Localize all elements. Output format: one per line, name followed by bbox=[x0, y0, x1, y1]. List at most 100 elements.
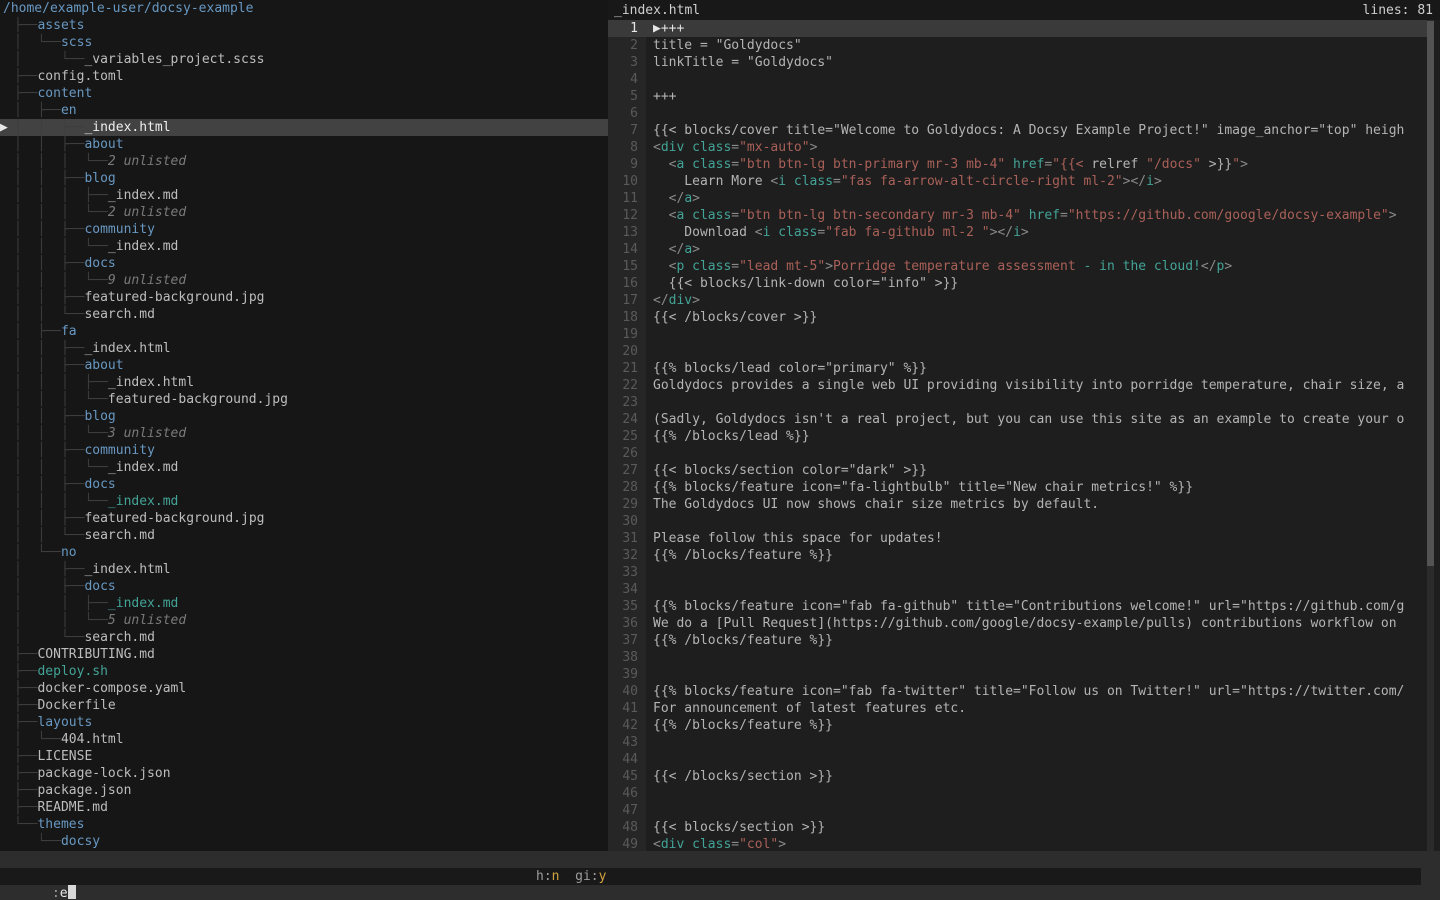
tree-item[interactable]: │ │ ├──about bbox=[0, 136, 608, 153]
selection-pointer-icon bbox=[0, 408, 14, 425]
line-content: <p class="lead mt-5">Porridge temperatur… bbox=[646, 258, 1232, 275]
selection-pointer-icon bbox=[0, 782, 14, 799]
line-content: {{< blocks/section color="dark" >}} bbox=[646, 462, 927, 479]
scrollbar-thumb[interactable] bbox=[1427, 21, 1434, 566]
tree-item[interactable]: │ │ ├──community bbox=[0, 442, 608, 459]
tree-item[interactable]: │ │ │ └──2 unlisted bbox=[0, 204, 608, 221]
code-line: 11 </a> bbox=[608, 190, 1427, 207]
tree-item[interactable]: ├──package-lock.json bbox=[0, 765, 608, 782]
code-line: 28{{% blocks/feature icon="fa-lightbulb"… bbox=[608, 479, 1427, 496]
tree-item[interactable]: │ │ │ └──3 unlisted bbox=[0, 425, 608, 442]
line-content: {{< /blocks/cover >}} bbox=[646, 309, 817, 326]
code-line: 49<div class="col"> bbox=[608, 836, 1427, 851]
tree-item[interactable]: │ │ ├──_index.md bbox=[0, 595, 608, 612]
tree-item[interactable]: │ │ ├──docs bbox=[0, 476, 608, 493]
tree-item[interactable]: │ └──search.md bbox=[0, 629, 608, 646]
tree-item[interactable]: │ └──_variables_project.scss bbox=[0, 51, 608, 68]
line-content: ▶+++ bbox=[646, 20, 684, 37]
tree-branch-lines: │ │ ├── bbox=[14, 340, 84, 357]
tree-item[interactable]: ├──CONTRIBUTING.md bbox=[0, 646, 608, 663]
tree-item[interactable]: │ ├──fa bbox=[0, 323, 608, 340]
tree-item[interactable]: │ │ │ └──2 unlisted bbox=[0, 153, 608, 170]
command-input[interactable]: :e h:n gi:y bbox=[0, 868, 1421, 885]
file-name: search.md bbox=[84, 306, 154, 323]
tree-item[interactable]: │ │ ├──docs bbox=[0, 255, 608, 272]
tree-branch-lines: │ └── bbox=[14, 629, 84, 646]
line-content bbox=[646, 802, 653, 819]
tree-item[interactable]: │ └──scss bbox=[0, 34, 608, 51]
tree-branch-lines: ├── bbox=[14, 646, 37, 663]
tree-branch-lines: │ │ ├── bbox=[14, 510, 84, 527]
tree-item[interactable]: │ │ │ ├──_index.html bbox=[0, 374, 608, 391]
file-name: search.md bbox=[84, 527, 154, 544]
tree-item[interactable]: ├──deploy.sh bbox=[0, 663, 608, 680]
tree-item[interactable]: │ │ │ └──9 unlisted bbox=[0, 272, 608, 289]
tree-item[interactable]: │ │ │ ├──_index.md bbox=[0, 187, 608, 204]
tree-item[interactable]: │ │ │ └──_index.md bbox=[0, 238, 608, 255]
selection-pointer-icon bbox=[0, 527, 14, 544]
tree-item[interactable]: ▶│ │ ├──_index.html bbox=[0, 119, 608, 136]
input-prompt: : bbox=[52, 886, 60, 900]
tree-item[interactable]: ├──layouts bbox=[0, 714, 608, 731]
preview-scrollbar[interactable] bbox=[1427, 20, 1434, 851]
line-content bbox=[646, 734, 653, 751]
code-line: 24(Sadly, Goldydocs isn't a real project… bbox=[608, 411, 1427, 428]
line-content: <div class="mx-auto"> bbox=[646, 139, 817, 156]
tree-item[interactable]: ├──content bbox=[0, 85, 608, 102]
selection-pointer-icon bbox=[0, 102, 14, 119]
tree-item[interactable]: ├──config.toml bbox=[0, 68, 608, 85]
selection-pointer-icon bbox=[0, 799, 14, 816]
tree-item[interactable]: ├──assets bbox=[0, 17, 608, 34]
tree-item[interactable]: │ │ │ └──_index.md bbox=[0, 459, 608, 476]
tree-item[interactable]: ├──README.md bbox=[0, 799, 608, 816]
tree-item[interactable]: │ │ └──search.md bbox=[0, 527, 608, 544]
broot-window: /home/example-user/docsy-example ├──asse… bbox=[0, 0, 1440, 900]
tree-item[interactable]: │ │ ├──blog bbox=[0, 408, 608, 425]
tree-item[interactable]: └──docsy bbox=[0, 833, 608, 850]
tree-item[interactable]: │ ├──en bbox=[0, 102, 608, 119]
tree-branch-lines: ├── bbox=[14, 714, 37, 731]
tree-item[interactable]: │ ├──docs bbox=[0, 578, 608, 595]
tree-item[interactable]: │ │ └──search.md bbox=[0, 306, 608, 323]
code-line: 44 bbox=[608, 751, 1427, 768]
tree-branch-lines: ├── bbox=[14, 85, 37, 102]
tree-item[interactable]: │ │ ├──featured-background.jpg bbox=[0, 510, 608, 527]
tree-item[interactable]: │ │ ├──community bbox=[0, 221, 608, 238]
code-line: 45{{< /blocks/section >}} bbox=[608, 768, 1427, 785]
preview-panel: _index.html lines: 81 1▶+++2title = "Gol… bbox=[608, 0, 1440, 851]
tree-item[interactable]: │ │ └──5 unlisted bbox=[0, 612, 608, 629]
tree-item[interactable]: ├──Dockerfile bbox=[0, 697, 608, 714]
tree-item[interactable]: └──themes bbox=[0, 816, 608, 833]
tree-item[interactable]: │ └──no bbox=[0, 544, 608, 561]
tree-item[interactable]: │ │ ├──featured-background.jpg bbox=[0, 289, 608, 306]
tree-item[interactable]: │ │ ├──_index.html bbox=[0, 340, 608, 357]
tree-item[interactable]: ├──docker-compose.yaml bbox=[0, 680, 608, 697]
preview-line-count: lines: 81 bbox=[1363, 2, 1433, 19]
tree-item[interactable]: │ │ ├──about bbox=[0, 357, 608, 374]
tree-item[interactable]: │ ├──_index.html bbox=[0, 561, 608, 578]
preview-lines: 1▶+++2title = "Goldydocs"3linkTitle = "G… bbox=[608, 20, 1427, 851]
selection-pointer-icon bbox=[0, 17, 14, 34]
selection-pointer-icon bbox=[0, 204, 14, 221]
line-number: 23 bbox=[608, 394, 646, 411]
tree-item[interactable]: ├──package.json bbox=[0, 782, 608, 799]
selection-pointer-icon bbox=[0, 697, 14, 714]
code-line: 1▶+++ bbox=[608, 20, 1427, 37]
line-number: 29 bbox=[608, 496, 646, 513]
selection-pointer-icon bbox=[0, 680, 14, 697]
line-content: linkTitle = "Goldydocs" bbox=[646, 54, 833, 71]
code-line: 26 bbox=[608, 445, 1427, 462]
tree-item[interactable]: │ │ │ └──featured-background.jpg bbox=[0, 391, 608, 408]
selection-pointer-icon bbox=[0, 561, 14, 578]
tree-item[interactable]: │ │ │ └──_index.md bbox=[0, 493, 608, 510]
root-path[interactable]: /home/example-user/docsy-example bbox=[0, 0, 608, 17]
line-content: {{% /blocks/feature %}} bbox=[646, 717, 833, 734]
tree-branch-lines: └── bbox=[14, 816, 37, 833]
tree-panel: /home/example-user/docsy-example ├──asse… bbox=[0, 0, 608, 851]
tree-item[interactable]: ├──LICENSE bbox=[0, 748, 608, 765]
selection-pointer-icon bbox=[0, 765, 14, 782]
preview-filename: _index.html bbox=[614, 2, 700, 19]
tree-item[interactable]: │ │ ├──blog bbox=[0, 170, 608, 187]
line-number: 30 bbox=[608, 513, 646, 530]
tree-item[interactable]: │ └──404.html bbox=[0, 731, 608, 748]
